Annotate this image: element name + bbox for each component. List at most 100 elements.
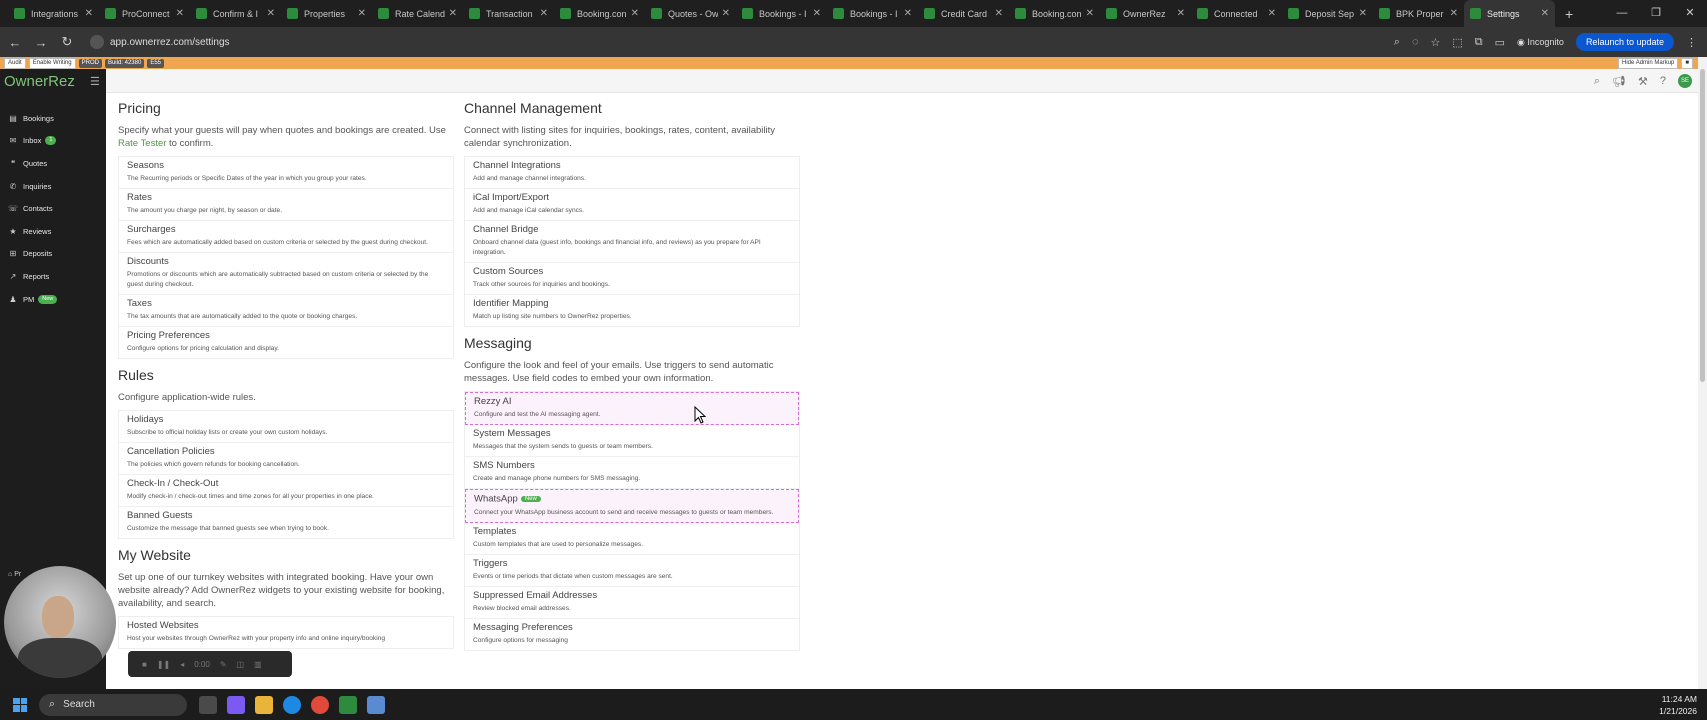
reload-icon[interactable]: ↻ [56,34,78,50]
hamburger-menu-icon[interactable]: ☰ [90,75,100,88]
windows-start-icon[interactable] [13,697,27,712]
settings-item-suppressed-email-addresses[interactable]: Suppressed Email Addresses Review blocked… [465,587,799,619]
sidebar-item-reviews[interactable]: ★ Reviews [0,220,106,243]
browser-tab[interactable]: Deposit Sep ✕ [1282,0,1373,27]
browser-tab[interactable]: Settings ✕ [1464,0,1555,27]
tab-close-icon[interactable]: ✕ [631,8,639,19]
url-field[interactable]: app.ownerrez.com/settings [90,35,230,49]
browser-tab[interactable]: Transaction ✕ [463,0,554,27]
settings-item-messaging-preferences[interactable]: Messaging Preferences Configure options f… [465,619,799,650]
edge-icon[interactable] [283,695,301,714]
pause-icon[interactable]: ❚❚ [157,660,170,669]
wrench-icon[interactable]: ⚒ [1638,75,1648,88]
tab-close-icon[interactable]: ✕ [358,8,366,19]
tab-close-icon[interactable]: ✕ [540,8,548,19]
settings-item-banned-guests[interactable]: Banned Guests Customize the message that … [119,507,453,538]
tab-close-icon[interactable]: ✕ [449,8,457,19]
tab-close-icon[interactable]: ✕ [1541,8,1549,19]
puzzle-icon[interactable]: ⧉ [1475,36,1483,49]
settings-item-channel-bridge[interactable]: Channel Bridge Onboard channel data (gues… [465,221,799,263]
browser-tab[interactable]: Quotes - Ow ✕ [645,0,736,27]
settings-item-cancellation-policies[interactable]: Cancellation Policies The policies which … [119,443,453,475]
minimize-icon[interactable]: — [1605,0,1639,27]
megaphone-icon[interactable]: 📢︎ [1612,75,1626,88]
tab-close-icon[interactable]: ✕ [267,8,275,19]
bookmark-star-icon[interactable]: ☆ [1431,36,1441,49]
tab-close-icon[interactable]: ✕ [1086,8,1094,19]
scrollbar-thumb[interactable] [1700,69,1705,382]
menu-icon[interactable]: ⋮ [1686,36,1697,49]
extension-icon[interactable]: ⬚ [1452,36,1462,49]
settings-item-system-messages[interactable]: System Messages Messages that the system … [465,425,799,457]
tab-close-icon[interactable]: ✕ [904,8,912,19]
tab-close-icon[interactable]: ✕ [85,8,93,19]
back-icon[interactable]: ← [4,35,26,50]
tab-close-icon[interactable]: ✕ [995,8,1003,19]
tab-close-icon[interactable]: ✕ [176,8,184,19]
settings-item-pricing-preferences[interactable]: Pricing Preferences Configure options for… [119,327,453,358]
hide-admin-markup-button[interactable]: Hide Admin Markup [1618,57,1679,69]
settings-item-holidays[interactable]: Holidays Subscribe to official holiday li… [119,411,453,443]
settings-item-taxes[interactable]: Taxes The tax amounts that are automatica… [119,295,453,327]
sidebar-item-quotes[interactable]: ❝ Quotes [0,152,106,175]
search-icon[interactable]: ⌕ [1594,75,1600,88]
rate-tester-link[interactable]: Rate Tester [118,138,166,149]
task-view-icon[interactable] [199,695,217,714]
relaunch-button[interactable]: Relaunch to update [1575,33,1674,51]
page-scrollbar[interactable] [1698,57,1707,689]
stop-icon[interactable]: ■ [142,660,147,669]
sidebar-item-inquiries[interactable]: ✆ Inquiries [0,175,106,198]
maximize-icon[interactable]: ❐ [1639,0,1673,27]
audit-button[interactable]: Audit [4,57,26,69]
settings-item-seasons[interactable]: Seasons The Recurring periods or Specific… [119,157,453,189]
sidebar-item-deposits[interactable]: ⊞ Deposits [0,243,106,266]
settings-item-sms-numbers[interactable]: SMS Numbers Create and manage phone numbe… [465,457,799,489]
forward-icon[interactable]: → [30,35,52,50]
tab-close-icon[interactable]: ✕ [813,8,821,19]
trash-icon[interactable]: ▥ [254,660,262,669]
enable-writing-button[interactable]: Enable Writing [28,57,76,69]
zoom-icon[interactable]: ⌕ [1394,36,1400,49]
settings-item-check-in-check-out[interactable]: Check-In / Check-Out Modify check-in / ch… [119,475,453,507]
sidebar-item-reports[interactable]: ↗ Reports [0,265,106,288]
close-window-icon[interactable]: ✕ [1673,0,1707,27]
avatar[interactable]: SE [1678,74,1692,88]
browser-tab[interactable]: Bookings - I ✕ [827,0,918,27]
settings-item-discounts[interactable]: Discounts Promotions or discounts which a… [119,253,453,295]
tab-close-icon[interactable]: ✕ [722,8,730,19]
ownerrez-logo[interactable]: OwnerRez [4,73,75,90]
settings-item-rezzy-ai[interactable]: Rezzy AI Configure and test the AI messag… [465,392,799,425]
settings-item-identifier-mapping[interactable]: Identifier Mapping Match up listing site … [465,295,799,326]
browser-tab[interactable]: ProConnect ✕ [99,0,190,27]
browser-tab[interactable]: Confirm & I ✕ [190,0,281,27]
sidebar-item-pm[interactable]: ♟ PM New [0,288,106,311]
settings-item-hosted-websites[interactable]: Hosted Websites Host your websites throug… [119,617,453,648]
sidebar-item-pr[interactable]: ⌂ Pr [8,571,21,578]
browser-tab[interactable]: OwnerRez ✕ [1100,0,1191,27]
settings-item-surcharges[interactable]: Surcharges Fees which are automatically a… [119,221,453,253]
browser-tab[interactable]: Bookings - I ✕ [736,0,827,27]
split-icon[interactable]: ▭ [1495,36,1505,49]
incognito-indicator[interactable]: ◉ Incognito [1517,37,1564,48]
sidebar-item-bookings[interactable]: ▤ Bookings [0,107,106,130]
browser-tab[interactable]: Integrations ✕ [8,0,99,27]
settings-item-channel-integrations[interactable]: Channel Integrations Add and manage chann… [465,157,799,189]
file-explorer-icon[interactable] [255,695,273,714]
taskbar-search[interactable]: ⌕ Search [39,693,187,716]
settings-item-ical-import-export[interactable]: iCal Import/Export Add and manage iCal ca… [465,189,799,221]
browser-tab[interactable]: BPK Proper ✕ [1373,0,1464,27]
tab-close-icon[interactable]: ✕ [1450,8,1458,19]
tab-close-icon[interactable]: ✕ [1177,8,1185,19]
lock-icon[interactable]: ■ [1681,57,1693,69]
app-icon[interactable] [339,695,357,714]
browser-tab[interactable]: Booking.con ✕ [1009,0,1100,27]
help-icon[interactable]: ? [1660,75,1666,87]
site-info-icon[interactable] [90,35,104,49]
browser-tab[interactable]: Booking.con ✕ [554,0,645,27]
browser-tab[interactable]: Rate Calend ✕ [372,0,463,27]
settings-item-custom-sources[interactable]: Custom Sources Track other sources for in… [465,263,799,295]
settings-item-templates[interactable]: Templates Custom templates that are used … [465,523,799,555]
camera-icon[interactable]: ◫ [237,660,245,669]
settings-item-triggers[interactable]: Triggers Events or time periods that dict… [465,555,799,587]
browser-tab[interactable]: Credit Card ✕ [918,0,1009,27]
